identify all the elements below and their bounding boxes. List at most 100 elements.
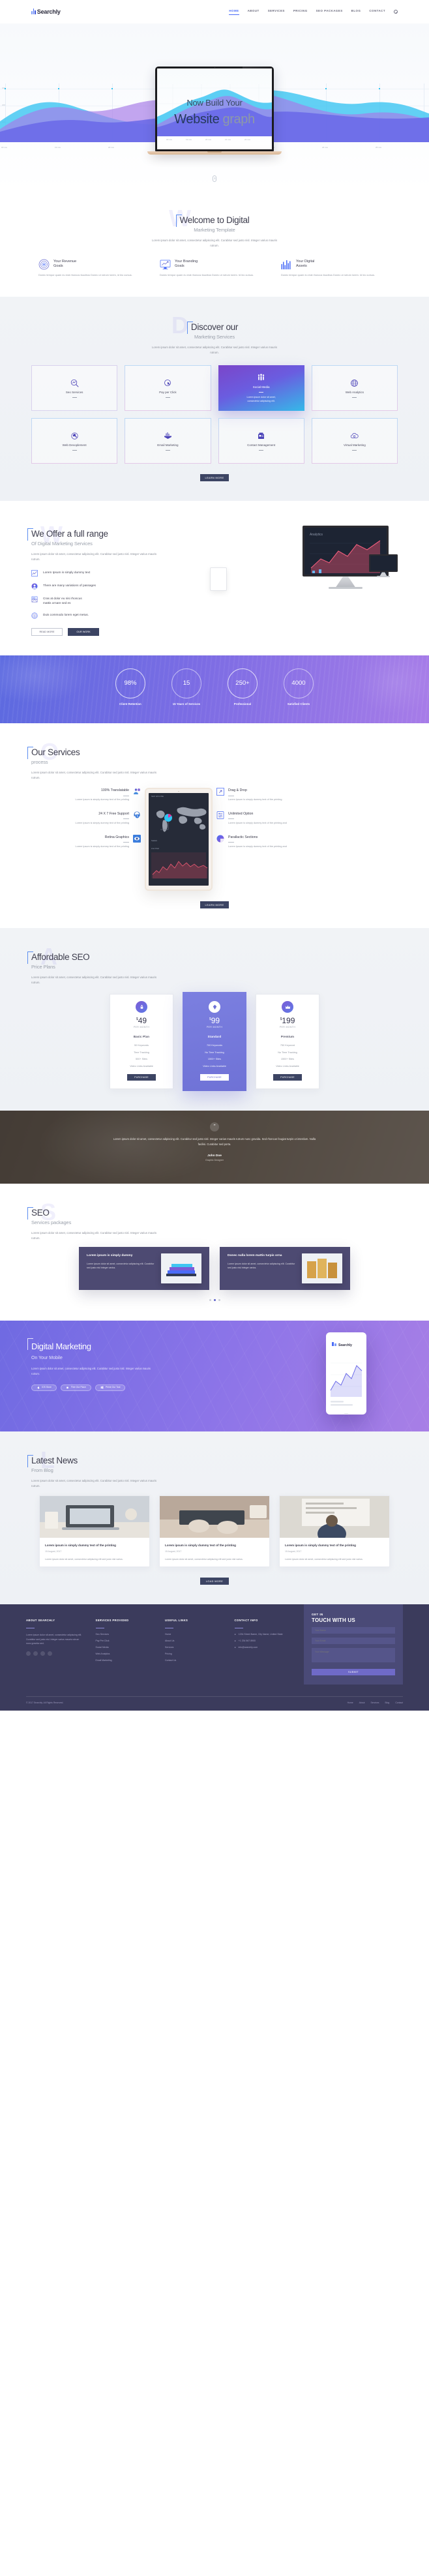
pricing-card-standard[interactable]: $99 PER MONTH Standard 700 Keywords No T… xyxy=(183,992,246,1091)
footer-link-contact-us[interactable]: Contact Us xyxy=(165,1659,223,1663)
carousel-dot-active[interactable] xyxy=(213,1299,216,1302)
nav-item-home[interactable]: HOME xyxy=(229,8,239,16)
footer-bottom-link-blog[interactable]: Blog xyxy=(385,1701,390,1705)
seo-heading-block: S SEO Services packages Lorem ipsum dolo… xyxy=(27,1200,398,1241)
rocket-icon xyxy=(136,1001,147,1013)
nav-item-pricing[interactable]: PRICING xyxy=(293,8,308,14)
seo-subtitle: Services packages xyxy=(31,1219,72,1225)
footer-link-social-media[interactable]: Social Media xyxy=(96,1646,154,1650)
linkedin-icon[interactable] xyxy=(48,1651,52,1656)
footer-bottom-link-home[interactable]: Home xyxy=(348,1701,353,1705)
footer-link-about-us[interactable]: About Us xyxy=(165,1640,223,1643)
footer-link-pay-per-click[interactable]: Pay Per Click xyxy=(96,1640,154,1643)
footer-bottom-link-services[interactable]: Services xyxy=(371,1701,379,1705)
offer-read-more-button[interactable]: READ MORE xyxy=(31,627,63,636)
footer-link-seo-services[interactable]: Seo Services xyxy=(96,1633,154,1637)
hands-keyboard-image xyxy=(160,1496,269,1538)
pricing-purchase-button[interactable]: PURCHASE xyxy=(127,1073,156,1081)
seo-card[interactable]: Lorem ipsum is simply dummy Lorem ipsum … xyxy=(79,1247,209,1291)
welcome-card-assets[interactable]: Your Digital Assets Donec tempor quam eu … xyxy=(281,259,391,277)
discover-learn-more-button[interactable]: LEARN MORE xyxy=(200,474,229,482)
process-learn-more-button[interactable]: LEARN MORE xyxy=(200,901,229,909)
footer-contact-column: CONTACT INFO ● 1234 Street Name, City Na… xyxy=(234,1619,293,1685)
news-card-text: Lorem ipsum dolor sit amet, consectetur … xyxy=(45,1557,123,1561)
nav-item-services[interactable]: SERVICES xyxy=(268,8,285,14)
process-item-text: Lorem Ipsum is simply dummy text of the … xyxy=(75,845,129,848)
welcome-card-title: Your Digital Assets xyxy=(296,259,315,269)
app-title: Digital Marketing xyxy=(27,1338,194,1354)
footer-link-home[interactable]: Home xyxy=(165,1633,223,1637)
footer-bottom-link-about[interactable]: About xyxy=(359,1701,365,1705)
welcome-card-text: Donec tempor quam eu erat rhoncus faucib… xyxy=(38,273,132,277)
contact-message-input[interactable] xyxy=(312,1647,395,1662)
contact-submit-button[interactable]: SUBMIT xyxy=(312,1668,395,1675)
service-tile-label: Virtual Marketing xyxy=(344,443,366,447)
divider xyxy=(72,397,77,398)
nav-item-seo-packages[interactable]: SEO PACKAGES xyxy=(316,8,343,14)
seo-card[interactable]: Donec nulla lorem mattis turpis orna Lor… xyxy=(220,1247,350,1291)
scroll-mouse-icon[interactable] xyxy=(213,175,216,182)
footer-link-web-analytics[interactable]: Web Analytics xyxy=(96,1653,154,1656)
service-tile-email-marketing[interactable]: Email Marketing xyxy=(125,418,211,464)
app-button-android[interactable]: Free Our Place xyxy=(60,1384,91,1391)
facebook-icon[interactable] xyxy=(26,1651,31,1656)
pricing-purchase-button[interactable]: PURCHASE xyxy=(200,1073,229,1081)
footer-link-email-marketing[interactable]: Email Marketing xyxy=(96,1659,154,1663)
offer-our-work-button[interactable]: OUR WORK xyxy=(68,627,99,636)
carousel-dot[interactable] xyxy=(218,1299,220,1302)
nav-item-contact[interactable]: CONTACT xyxy=(369,8,385,14)
service-tile-web-devoplement[interactable]: Web Devoplement xyxy=(31,418,118,464)
offer-title: We Offer a full range xyxy=(31,529,108,539)
process-item-parallactic-sections: Parallactic Sections Lorem Ipsum is simp… xyxy=(216,835,326,849)
news-card[interactable]: Lorem ipsum is simply dummy text of the … xyxy=(39,1495,150,1568)
nav-item-about[interactable]: ABOUT xyxy=(248,8,259,14)
welcome-card-text: Donec tempor quam eu erat rhoncus faucib… xyxy=(160,273,254,277)
pricing-card-premium[interactable]: $199 PER MONTH Premium 750 Keyword No Ti… xyxy=(256,994,319,1089)
svg-text:18 nov: 18 nov xyxy=(166,138,173,141)
testimonial-text: Lorem ipsum dolor sit amet, consectetur … xyxy=(113,1137,316,1146)
service-tile-contact-management[interactable]: Contact Management xyxy=(218,418,304,464)
welcome-card-revenue[interactable]: Your Revenue Goals Donec tempor quam eu e… xyxy=(38,259,148,277)
app-store-buttons: IOS Store Free Our Place Prime Our Tool xyxy=(31,1384,194,1391)
app-button-ios[interactable]: IOS Store xyxy=(31,1384,57,1391)
svg-text:Analytics: Analytics xyxy=(310,533,323,537)
footer-contact-phone[interactable]: ● +1 234 567 8900 xyxy=(235,1640,293,1643)
nav-item-blog[interactable]: BLOG xyxy=(351,8,361,14)
secondary-monitor-mockup xyxy=(369,554,398,578)
footer-contact-form: GET IN TOUCH WITH US SUBMIT xyxy=(304,1604,403,1685)
process-title: Our Services xyxy=(31,747,80,757)
process-item-drag-drop: Drag & Drop Lorem Ipsum is simply dummy … xyxy=(216,788,326,802)
contact-name-input[interactable] xyxy=(312,1626,395,1634)
news-cards: Lorem ipsum is simply dummy text of the … xyxy=(31,1495,398,1568)
pricing-feature: 1500+ Sites xyxy=(280,1058,295,1061)
service-tile-social-media[interactable]: Social Media Lorem ipsum dolor sit amet,… xyxy=(218,365,304,412)
search-icon[interactable] xyxy=(394,9,398,14)
footer-contact-email[interactable]: ● info@searchly.com xyxy=(235,1646,293,1650)
offer-device-mockups: Analytics xyxy=(205,520,398,618)
service-tile-web-analytics[interactable]: Web Analytics xyxy=(311,365,398,412)
google-plus-icon[interactable] xyxy=(40,1651,45,1656)
cloud-gear-icon xyxy=(351,433,359,438)
process-columns: 100% Translatable Lorem Ipsum is simply … xyxy=(31,788,398,891)
app-button-windows[interactable]: Prime Our Tool xyxy=(95,1384,126,1391)
footer-bottom-link-contact[interactable]: Contact xyxy=(395,1701,403,1705)
pricing-card-basic[interactable]: $49 PER MONTH Basic Plan 50 Keywords Tim… xyxy=(110,994,173,1089)
twitter-icon[interactable] xyxy=(33,1651,38,1656)
pricing-purchase-button[interactable]: PURCHASE xyxy=(273,1073,302,1081)
contact-email-input[interactable] xyxy=(312,1637,395,1644)
service-tile-virtual-marketing[interactable]: Virtual Marketing xyxy=(311,418,398,464)
news-card[interactable]: Lorem ipsum is simply dummy text of the … xyxy=(159,1495,270,1568)
welcome-card-branding[interactable]: Your Branding Goals Donec tempor quam eu … xyxy=(160,259,269,277)
service-tile-pay-per-click[interactable]: Pay per Click xyxy=(125,365,211,412)
news-load-more-button[interactable]: LOAD MORE xyxy=(200,1578,229,1585)
footer-link-pricing[interactable]: Pricing xyxy=(165,1653,223,1656)
brand-logo[interactable]: Searchly xyxy=(31,7,61,16)
quote-icon: ” xyxy=(210,1122,219,1131)
footer-link-services[interactable]: Services xyxy=(165,1646,223,1650)
service-tile-desc: Lorem ipsum dolor sit amet, consectetur … xyxy=(246,395,276,402)
carousel-dot[interactable] xyxy=(209,1299,211,1302)
news-card[interactable]: Lorem ipsum is simply dummy text of the … xyxy=(279,1495,390,1568)
contact-card-icon xyxy=(258,432,265,440)
service-tile-seo-services[interactable]: Seo Services xyxy=(31,365,118,412)
service-tile-label: Pay per Click xyxy=(159,391,177,395)
